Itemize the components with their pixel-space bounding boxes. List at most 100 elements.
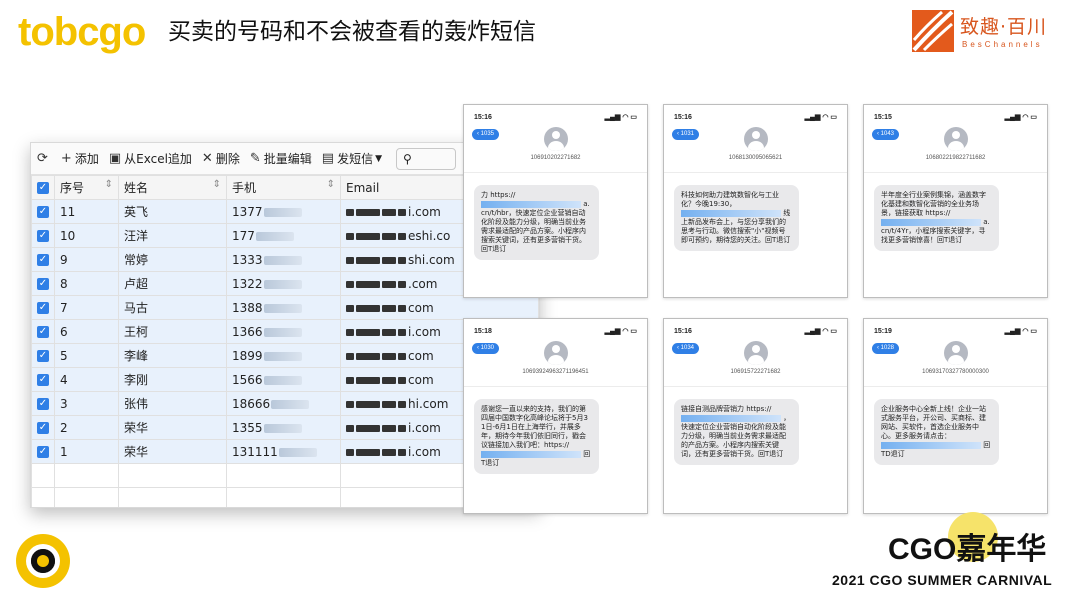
search-input[interactable]: ⚲ bbox=[396, 147, 456, 170]
avatar-icon bbox=[743, 127, 768, 151]
redacted-mask bbox=[255, 231, 294, 241]
cell-id: 8 bbox=[54, 271, 119, 296]
checkbox-icon: ✓ bbox=[37, 254, 49, 266]
tobcgo-logo: tobcgo bbox=[18, 10, 146, 54]
message-text-part1: 半年度全行业案例集锦，涵盖数字化基建和数智化营销的全业务场景，链接获取 http… bbox=[881, 191, 986, 217]
close-icon: ✕ bbox=[201, 151, 213, 166]
redacted-mask bbox=[398, 424, 406, 432]
conversation-header: ‹ 1034 106915722271682 bbox=[664, 339, 847, 387]
conversation-header: ‹ 1031 1068130095065621 bbox=[664, 125, 847, 173]
signal-wifi-battery-icon: ▂▄▆ ◠ ▭ bbox=[604, 328, 637, 335]
back-count: 1035 bbox=[480, 131, 495, 137]
back-button[interactable]: ‹ 1028 bbox=[872, 343, 900, 354]
redacted-mask bbox=[346, 328, 354, 336]
status-time: 15:18 bbox=[474, 327, 492, 335]
cell-name: 张伟 bbox=[118, 391, 227, 416]
column-label: 序号 bbox=[60, 181, 85, 195]
column-header-phone[interactable]: 手机 ⇕ bbox=[226, 175, 341, 200]
row-checkbox[interactable]: ✓ bbox=[31, 271, 55, 296]
excel-icon: ▣ bbox=[108, 151, 122, 166]
column-header-id[interactable]: 序号 ⇕ bbox=[54, 175, 119, 200]
back-count: 1043 bbox=[880, 131, 895, 137]
back-button[interactable]: ‹ 1035 bbox=[472, 129, 500, 140]
send-sms-button[interactable]: ▤ 发短信 ▼ bbox=[322, 150, 382, 167]
back-count: 1030 bbox=[480, 345, 495, 351]
cell-id: 5 bbox=[54, 343, 119, 368]
row-checkbox[interactable]: ✓ bbox=[31, 319, 55, 344]
sender-number: 106915722271682 bbox=[730, 369, 781, 375]
cell-phone: 131111 bbox=[226, 439, 341, 464]
email-visible: eshi.co bbox=[408, 228, 451, 243]
batch-edit-button[interactable]: ✎ 批量编辑 bbox=[250, 150, 312, 167]
message-text-part1: 力 https:// bbox=[481, 191, 516, 199]
row-checkbox[interactable]: ✓ bbox=[31, 199, 55, 224]
email-visible: com bbox=[408, 372, 434, 387]
sender-number: 10693924963271196451 bbox=[522, 369, 589, 375]
redacted-mask bbox=[382, 280, 396, 288]
cell-phone: 1388 bbox=[226, 295, 341, 320]
email-visible: com bbox=[408, 300, 434, 315]
import-excel-button[interactable]: ▣ 从Excel追加 bbox=[109, 150, 192, 167]
delete-label: 删除 bbox=[215, 152, 240, 166]
back-button[interactable]: ‹ 1043 bbox=[872, 129, 900, 140]
cell-name: 李峰 bbox=[118, 343, 227, 368]
redacted-mask bbox=[346, 280, 354, 288]
back-button[interactable]: ‹ 1034 bbox=[672, 343, 700, 354]
checkbox-icon: ✓ bbox=[37, 182, 49, 194]
cell-phone: 1355 bbox=[226, 415, 341, 440]
cell-id: 6 bbox=[54, 319, 119, 344]
row-checkbox[interactable]: ✓ bbox=[31, 343, 55, 368]
sms-screenshot: 15:18 ▂▄▆ ◠ ▭ ‹ 1030 10693924963271196451 感谢… bbox=[463, 318, 648, 514]
add-button[interactable]: + 添加 bbox=[61, 150, 99, 167]
back-button[interactable]: ‹ 1031 bbox=[672, 129, 700, 140]
row-checkbox[interactable]: ✓ bbox=[31, 295, 55, 320]
column-header-name[interactable]: 姓名 ⇕ bbox=[118, 175, 227, 200]
redacted-mask bbox=[263, 279, 302, 289]
status-time: 15:15 bbox=[874, 113, 892, 121]
cell-id: 7 bbox=[54, 295, 119, 320]
row-checkbox[interactable]: ✓ bbox=[31, 391, 55, 416]
cell-phone: 1333 bbox=[226, 247, 341, 272]
brand-name: 致趣·百川 bbox=[960, 16, 1048, 38]
row-checkbox[interactable]: ✓ bbox=[31, 247, 55, 272]
row-checkbox[interactable]: ✓ bbox=[31, 415, 55, 440]
row-checkbox[interactable]: ✓ bbox=[31, 367, 55, 392]
column-label: 姓名 bbox=[124, 181, 149, 195]
row-checkbox[interactable]: ✓ bbox=[31, 223, 55, 248]
signal-wifi-battery-icon: ▂▄▆ ◠ ▭ bbox=[604, 114, 637, 121]
redacted-mask bbox=[382, 208, 396, 216]
cell-name: 李刚 bbox=[118, 367, 227, 392]
redacted-mask bbox=[356, 208, 380, 216]
sms-screenshot: 15:16 ▂▄▆ ◠ ▭ ‹ 1031 1068130095065621 科技如何助力… bbox=[663, 104, 848, 298]
cell-phone: 1566 bbox=[226, 367, 341, 392]
redacted-mask bbox=[398, 352, 406, 360]
cell-name: 常婷 bbox=[118, 247, 227, 272]
message-bubble: 半年度全行业案例集锦，涵盖数字化基建和数智化营销的全业务场景，链接获取 http… bbox=[874, 185, 999, 251]
table-row[interactable]: ✓ 7 马古 1388 com bbox=[31, 295, 539, 320]
cell-id: 3 bbox=[54, 391, 119, 416]
redacted-mask bbox=[382, 376, 396, 384]
refresh-button[interactable]: ⟳ bbox=[37, 151, 51, 166]
message-text-part1: 企业服务中心全新上线！企业一站式服务平台，开公司、买商标、建网站、买软件，首选企… bbox=[881, 405, 986, 440]
redacted-mask bbox=[346, 256, 354, 264]
row-checkbox[interactable]: ✓ bbox=[31, 439, 55, 464]
redacted-mask bbox=[382, 352, 396, 360]
plus-icon: + bbox=[60, 151, 72, 166]
delete-button[interactable]: ✕ 删除 bbox=[202, 150, 240, 167]
redacted-mask bbox=[356, 328, 380, 336]
redacted-mask bbox=[263, 255, 302, 265]
checkbox-icon: ✓ bbox=[37, 206, 49, 218]
redacted-mask bbox=[346, 424, 354, 432]
redacted-link bbox=[681, 209, 781, 217]
redacted-mask bbox=[382, 328, 396, 336]
message-bubble: 科技如何助力建筑数智化与工业化？今晚19:30， 线上新品发布会上，与您分享我们… bbox=[674, 185, 799, 251]
redacted-link bbox=[881, 218, 981, 226]
pencil-icon: ✎ bbox=[249, 151, 261, 166]
status-time: 15:16 bbox=[674, 113, 692, 121]
sender-number: 1068130095065621 bbox=[728, 155, 783, 161]
page-title: 买卖的号码和不会被查看的轰炸短信 bbox=[168, 19, 536, 45]
back-button[interactable]: ‹ 1030 bbox=[472, 343, 500, 354]
select-all-checkbox[interactable]: ✓ bbox=[31, 175, 55, 200]
redacted-mask bbox=[398, 448, 406, 456]
cell-id: 9 bbox=[54, 247, 119, 272]
